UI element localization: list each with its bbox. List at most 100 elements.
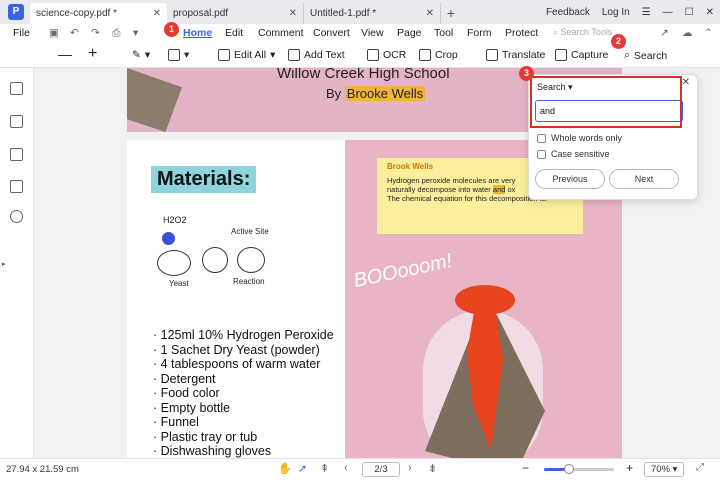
checkbox-box[interactable]	[537, 149, 546, 159]
menu-home[interactable]: Home	[183, 27, 212, 39]
tab-label: science-copy.pdf *	[36, 8, 117, 19]
search-tools-placeholder: Search Tools	[560, 27, 613, 37]
hand-tool-icon[interactable]: ✋	[278, 462, 292, 475]
page-number-input[interactable]: 2/3	[362, 462, 400, 477]
cloud-icon[interactable]: ☁	[682, 27, 693, 39]
doc-byline: By Brooke Wells	[326, 86, 426, 101]
tab-science-copy[interactable]: science-copy.pdf * ✕	[30, 3, 167, 24]
minimize-icon[interactable]: —	[663, 7, 673, 18]
bookmark-icon[interactable]	[10, 115, 23, 128]
menu-form[interactable]: Form	[467, 27, 492, 39]
search-sidebar-icon[interactable]	[10, 210, 23, 223]
whole-words-checkbox[interactable]: Whole words only	[537, 133, 622, 143]
menu-view[interactable]: View	[361, 27, 384, 39]
note-line: naturally decompose into water and ox	[387, 185, 515, 194]
case-sensitive-checkbox[interactable]: Case sensitive	[537, 149, 610, 159]
translate-icon	[486, 49, 498, 61]
tab-label: proposal.pdf	[173, 8, 229, 19]
maximize-icon[interactable]: ☐	[685, 7, 694, 18]
molecule-icon	[162, 232, 175, 245]
yeast-label: Yeast	[169, 279, 189, 288]
edit-all-label: Edit All	[234, 49, 267, 61]
byline-prefix: By	[326, 86, 342, 101]
menu-protect[interactable]: Protect	[505, 27, 538, 39]
undo-icon[interactable]: ↶	[70, 27, 79, 39]
reaction-label: Reaction	[233, 277, 265, 286]
list-item: · Empty bottle	[153, 401, 231, 415]
capture-button[interactable]: Capture	[555, 49, 608, 61]
edit-all-button[interactable]: Edit All ▾	[218, 49, 275, 61]
select-tool-icon[interactable]: ➚	[298, 462, 307, 475]
yeast-cell-icon	[157, 250, 191, 276]
close-icon[interactable]: ✕	[426, 8, 434, 19]
menu-icon[interactable]: ☰	[642, 7, 651, 18]
zoom-in-icon[interactable]: +	[626, 461, 633, 475]
menu-page[interactable]: Page	[397, 27, 422, 39]
print-icon[interactable]: ⎙	[112, 27, 120, 40]
doc-author: Brooke Wells	[344, 86, 426, 101]
menu-edit[interactable]: Edit	[225, 27, 243, 39]
ocr-button[interactable]: OCR	[367, 49, 406, 61]
attachment-icon[interactable]	[10, 180, 23, 193]
fit-page-icon[interactable]: ⤢	[696, 462, 704, 473]
expand-icon[interactable]: ⌃	[704, 27, 713, 39]
capture-label: Capture	[571, 49, 609, 61]
add-text-button[interactable]: Add Text	[288, 49, 345, 61]
previous-button[interactable]: Previous	[535, 169, 605, 189]
ocr-icon	[367, 49, 379, 61]
ocr-label: OCR	[383, 49, 407, 61]
last-page-icon[interactable]: ⇟	[428, 462, 437, 475]
case-sensitive-label: Case sensitive	[551, 149, 610, 159]
enzyme-icon	[237, 247, 265, 273]
app-window: P science-copy.pdf * ✕ proposal.pdf ✕ Unti…	[0, 0, 720, 480]
zoom-dropdown[interactable]: 70% ▾	[644, 462, 684, 477]
zoom-in-button[interactable]: +	[88, 45, 97, 63]
crop-button[interactable]: Crop	[419, 49, 458, 61]
new-tab-icon[interactable]: +	[441, 3, 461, 24]
close-icon[interactable]: ✕	[682, 77, 690, 88]
step-badge-3: 3	[519, 66, 534, 81]
next-button[interactable]: Next	[609, 169, 679, 189]
shape-tool-button[interactable]: ▾	[168, 49, 189, 61]
menu-tool[interactable]: Tool	[434, 27, 453, 39]
zoom-slider[interactable]	[544, 464, 614, 474]
edit-icon	[218, 49, 230, 61]
tab-proposal[interactable]: proposal.pdf ✕	[167, 3, 304, 24]
menu-convert[interactable]: Convert	[313, 27, 350, 39]
highlight-tool-button[interactable]: ✎ ▾	[132, 49, 150, 61]
close-icon[interactable]: ✕	[153, 8, 161, 19]
login-link[interactable]: Log In	[602, 7, 630, 18]
save-icon[interactable]: ▣	[49, 27, 59, 39]
collapse-arrow-icon[interactable]: ▸	[2, 260, 6, 268]
search-tools-input[interactable]: ⌕ Search Tools	[553, 27, 612, 38]
thumbnails-icon[interactable]	[10, 82, 23, 95]
app-logo-icon[interactable]: P	[8, 4, 24, 20]
dropdown-icon[interactable]: ▾	[133, 27, 138, 39]
translate-button[interactable]: Translate	[486, 49, 545, 61]
prev-page-icon[interactable]: ‹	[344, 462, 348, 474]
note-text: ox	[507, 185, 516, 194]
share-icon[interactable]: ↗	[660, 27, 669, 39]
next-page-icon[interactable]: ›	[408, 462, 412, 474]
first-page-icon[interactable]: ⇞	[320, 462, 329, 475]
menu-file[interactable]: File	[13, 27, 30, 39]
tab-untitled[interactable]: Untitled-1.pdf * ✕	[304, 3, 441, 24]
boom-text: BOOooom!	[351, 249, 455, 293]
zoom-out-icon[interactable]: −	[522, 461, 529, 475]
page-dimensions: 27.94 x 21.59 cm	[6, 464, 79, 475]
search-button[interactable]: ⌕ Search	[624, 49, 667, 62]
step-badge-1: 1	[164, 22, 179, 37]
enzyme-diagram: H2O2 Active Site Yeast Reaction	[157, 215, 307, 295]
close-window-icon[interactable]: ✕	[706, 7, 714, 18]
redo-icon[interactable]: ↷	[91, 27, 100, 39]
crop-label: Crop	[435, 49, 458, 61]
checkbox-box[interactable]	[537, 133, 546, 143]
menu-comment[interactable]: Comment	[258, 27, 304, 39]
zoom-slider-handle[interactable]	[564, 464, 574, 474]
feedback-link[interactable]: Feedback	[546, 7, 590, 18]
tab-label: Untitled-1.pdf *	[310, 8, 377, 19]
comment-icon[interactable]	[10, 148, 23, 161]
add-text-icon	[288, 49, 300, 61]
zoom-out-button[interactable]: —	[58, 46, 72, 62]
close-icon[interactable]: ✕	[289, 8, 297, 19]
